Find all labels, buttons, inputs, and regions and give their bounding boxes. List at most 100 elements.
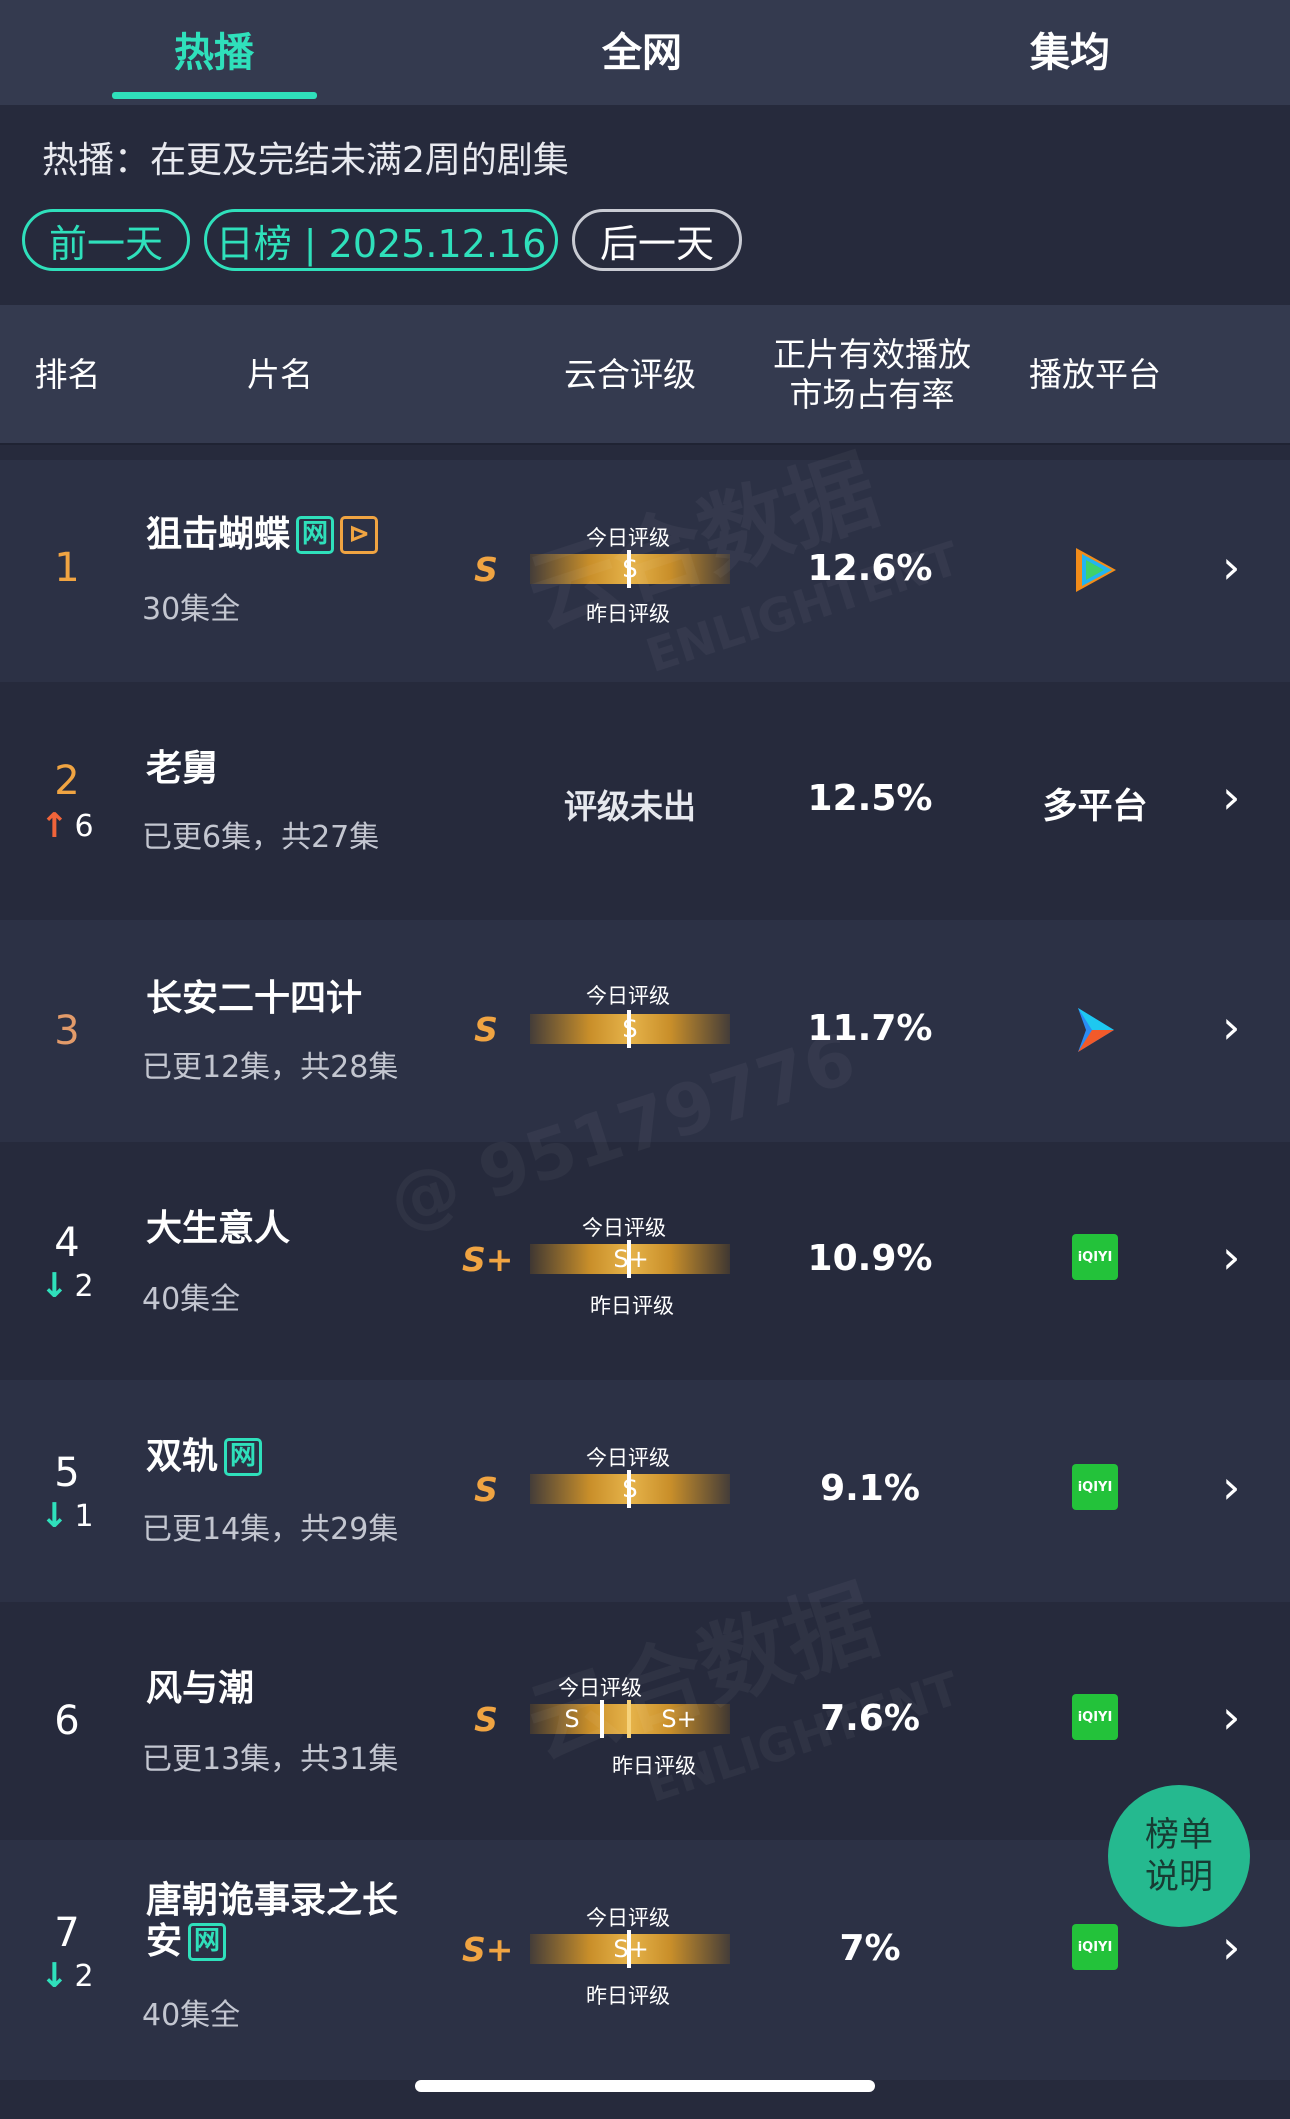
rating-bar: S — [530, 1010, 730, 1048]
rating-bar-value: S — [622, 1475, 638, 1503]
arrow-up-icon: ↑ — [40, 806, 69, 846]
today-grade: S — [564, 1705, 580, 1733]
chevron-right-icon[interactable]: › — [1222, 540, 1240, 594]
header-market-share-line1: 正片有效播放 — [773, 335, 971, 375]
table-row[interactable]: 4 ↓ 2 大生意人 40集全 S+ 今日评级 S+ 昨日评级 10.9% iQ… — [0, 1150, 1290, 1372]
home-indicator[interactable] — [415, 2080, 875, 2092]
tab-episode-average[interactable]: 集均 — [860, 0, 1280, 98]
rating-grade: S — [474, 1010, 498, 1049]
multi-platform-label: 多平台 — [1042, 787, 1148, 827]
drama-title: 风与潮 — [146, 1668, 254, 1709]
ranking-explanation-button[interactable]: 榜单 说明 — [1108, 1785, 1250, 1927]
episode-status: 已更13集，共31集 — [142, 1742, 399, 1777]
rank-change: ↓ 2 — [40, 1956, 120, 1996]
iqiyi-icon: iQIYI — [1072, 1924, 1118, 1970]
table-header: 排名 片名 云合评级 正片有效播放 市场占有率 播放平台 — [0, 305, 1290, 445]
episode-status: 已更14集，共29集 — [142, 1512, 399, 1547]
platform-cell: iQIYI — [1030, 1924, 1160, 1970]
rating-bar-value: S+ — [613, 1245, 649, 1273]
today-rating-label: 今日评级 — [582, 1216, 666, 1240]
today-rating-label: 今日评级 — [558, 1676, 642, 1700]
yesterday-rating-label: 昨日评级 — [612, 1754, 696, 1778]
table-row[interactable]: 3 长安二十四计 已更12集，共28集 S 今日评级 S 11.7% › — [0, 920, 1290, 1142]
rank-number: 3 — [54, 1008, 80, 1054]
drama-title: 长安二十四计 — [146, 978, 362, 1019]
next-day-button[interactable]: 后一天 — [572, 209, 742, 271]
explanation-line2: 说明 — [1145, 1857, 1213, 1897]
chevron-right-icon[interactable]: › — [1222, 1690, 1240, 1744]
drama-title-line2: 安 — [146, 1921, 183, 1963]
table-row[interactable]: 1 狙击蝴蝶 网 ⊳ 30集全 S 今日评级 S 昨日评级 12.6% › — [0, 460, 1290, 682]
drama-title-line2-wrap: 安 网 — [146, 1921, 227, 1963]
yesterday-rating-label: 昨日评级 — [586, 602, 670, 626]
platform-cell: iQIYI — [1030, 1464, 1160, 1510]
chevron-right-icon[interactable]: › — [1222, 1000, 1240, 1054]
drama-title: 狙击蝴蝶 网 ⊳ — [146, 514, 379, 555]
header-rating: 云合评级 — [564, 355, 696, 395]
today-rating-label: 今日评级 — [586, 984, 670, 1008]
table-row[interactable]: 6 风与潮 已更13集，共31集 S 今日评级 S S+ 昨日评级 7.6% i… — [0, 1610, 1290, 1832]
drama-title: 大生意人 — [146, 1208, 290, 1249]
table-row[interactable]: 2 ↑ 6 老舅 已更6集，共27集 评级未出 12.5% 多平台 › — [0, 690, 1290, 912]
ranking-description: 热播：在更及完结未满2周的剧集 — [42, 140, 569, 181]
rating-divider — [627, 1700, 631, 1738]
date-selector[interactable]: 日榜 | 2025.12.16 — [204, 209, 558, 271]
iqiyi-icon: iQIYI — [1072, 1464, 1118, 1510]
explanation-line1: 榜单 — [1145, 1814, 1213, 1855]
market-share: 11.7% — [807, 1008, 933, 1049]
ranking-info: 热播：在更及完结未满2周的剧集 前一天 日榜 | 2025.12.16 后一天 — [0, 105, 1290, 305]
yesterday-grade: S+ — [661, 1705, 697, 1733]
market-share: 7.6% — [820, 1698, 920, 1739]
youku-icon — [1078, 1008, 1114, 1052]
rank-change-value: 2 — [74, 1268, 94, 1304]
tencent-video-icon — [1076, 548, 1116, 592]
platform-cell: iQIYI — [1030, 1694, 1160, 1740]
rank-number: 4 — [54, 1220, 80, 1266]
rating-grade: S+ — [462, 1930, 514, 1969]
market-share: 7% — [839, 1928, 901, 1969]
rating-bar-value: S — [622, 555, 638, 583]
rank-number: 7 — [54, 1910, 80, 1956]
table-row[interactable]: 7 ↓ 2 唐朝诡事录之长 安 网 40集全 S+ 今日评级 S+ 昨日评级 7… — [0, 1840, 1290, 2080]
chevron-right-icon[interactable]: › — [1222, 1920, 1240, 1974]
rating-bar: S+ — [530, 1240, 730, 1278]
rating-bar: S — [530, 550, 730, 588]
tab-all-network[interactable]: 全网 — [432, 0, 852, 98]
rank-number: 6 — [54, 1698, 80, 1744]
rank-change: ↓ 2 — [40, 1266, 120, 1306]
chevron-right-icon[interactable]: › — [1222, 1460, 1240, 1514]
rating-grade: S — [474, 550, 498, 589]
rank-change-value: 6 — [74, 808, 94, 844]
rating-bar-value: S+ — [613, 1935, 649, 1963]
arrow-down-icon: ↓ — [40, 1266, 69, 1306]
rating-bar-value: S — [622, 1015, 638, 1043]
yesterday-rating-label: 昨日评级 — [586, 1984, 670, 2008]
episode-status: 40集全 — [142, 1282, 241, 1317]
rank-number: 2 — [54, 758, 80, 804]
rank-change-value: 1 — [74, 1498, 94, 1534]
rating-bar: S+ — [530, 1930, 730, 1968]
rank-number: 5 — [54, 1450, 80, 1496]
prev-day-button[interactable]: 前一天 — [22, 209, 190, 271]
table-row[interactable]: 5 ↓ 1 双轨 网 已更14集，共29集 S 今日评级 S 9.1% iQIY… — [0, 1380, 1290, 1602]
arrow-down-icon: ↓ — [40, 1956, 69, 1996]
rank-change-value: 2 — [74, 1958, 94, 1994]
header-rank: 排名 — [34, 355, 101, 395]
chevron-right-icon[interactable]: › — [1222, 1230, 1240, 1284]
drama-title: 唐朝诡事录之长 安 网 — [146, 1880, 398, 1963]
market-share: 12.6% — [807, 548, 933, 589]
header-platform: 播放平台 — [1029, 355, 1161, 395]
drama-title-text: 风与潮 — [146, 1668, 255, 1709]
episode-status: 已更12集，共28集 — [142, 1050, 399, 1085]
tab-hot[interactable]: 热播 — [4, 0, 424, 98]
chevron-right-icon[interactable]: › — [1222, 770, 1240, 824]
rating-grade: S+ — [462, 1240, 514, 1279]
episode-status: 30集全 — [142, 592, 241, 627]
platform-cell — [1030, 1004, 1160, 1056]
advance-play-icon: ⊳ — [340, 515, 379, 554]
market-share: 12.5% — [807, 778, 933, 819]
episode-status: 已更6集，共27集 — [142, 820, 380, 855]
market-share: 10.9% — [807, 1238, 933, 1279]
drama-title-text: 长安二十四计 — [146, 978, 363, 1019]
arrow-down-icon: ↓ — [40, 1496, 69, 1536]
